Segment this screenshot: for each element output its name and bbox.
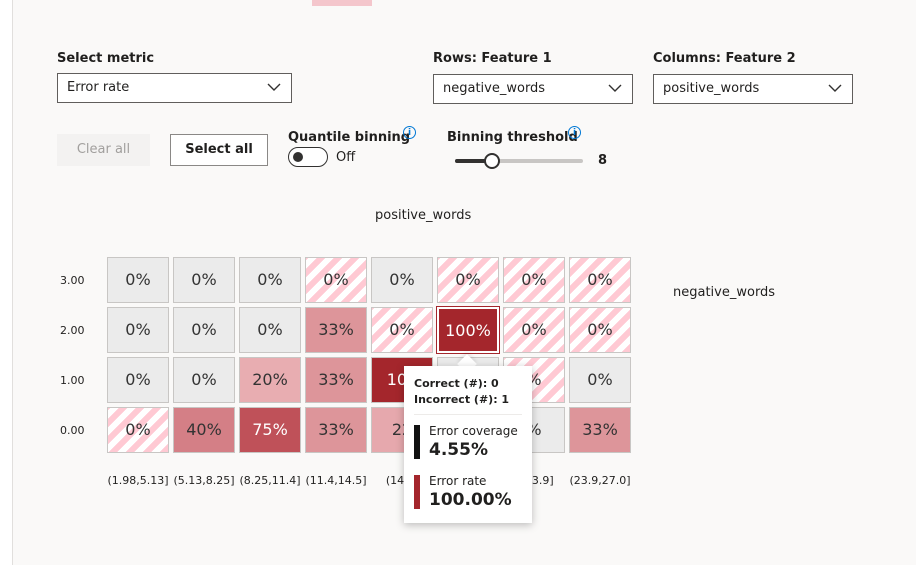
error-rate-value: 100.00% [429, 490, 512, 510]
heatmap-cell[interactable]: 0% [107, 257, 169, 303]
heatmap-cell[interactable]: 100% [436, 306, 500, 354]
row-tick-label: 0.00 [60, 424, 85, 437]
select-all-button[interactable]: Select all [170, 134, 268, 166]
columns-feature-dropdown[interactable]: positive_words [653, 74, 853, 104]
rows-feature-value: negative_words [443, 81, 546, 96]
cell-tooltip: Correct (#): 0 Incorrect (#): 1 Error co… [404, 366, 532, 523]
heatmap-cell[interactable]: 0% [173, 257, 235, 303]
column-tick-label: (23.9,27.0] [569, 474, 631, 487]
column-tick-label: (8.25,11.4] [239, 474, 301, 487]
column-tick-label: (11.4,14.5] [305, 474, 367, 487]
heatmap-cell[interactable]: 0% [173, 307, 235, 353]
heatmap-cell[interactable]: 0% [305, 257, 367, 303]
slider-thumb[interactable] [484, 153, 501, 169]
heatmap-cell[interactable]: 0% [371, 307, 433, 353]
error-rate-swatch [414, 475, 420, 509]
row-tick-label: 3.00 [60, 274, 85, 287]
heatmap-cell[interactable]: 0% [239, 257, 301, 303]
select-metric-value: Error rate [67, 80, 130, 95]
error-coverage-swatch [414, 425, 420, 459]
heatmap-cell[interactable]: 0% [107, 357, 169, 403]
heatmap-cell[interactable]: 33% [305, 407, 367, 453]
rows-feature-label: Rows: Feature 1 [433, 51, 552, 66]
error-coverage-value: 4.55% [429, 440, 488, 460]
heatmap-cell[interactable]: 20% [239, 357, 301, 403]
heatmap-cell[interactable]: 0% [107, 407, 169, 453]
heatmap-cell[interactable]: 0% [107, 307, 169, 353]
quantile-binning-state: Off [336, 150, 356, 165]
columns-feature-value: positive_words [663, 81, 760, 96]
chevron-down-icon [828, 84, 842, 92]
heatmap-cell[interactable]: 0% [569, 257, 631, 303]
tooltip-correct: Correct (#): 0 [414, 377, 499, 390]
chevron-down-icon [608, 84, 622, 92]
heatmap-cell[interactable]: 33% [569, 407, 631, 453]
heatmap-cell[interactable]: 33% [305, 307, 367, 353]
column-tick-label: (1.98,5.13] [107, 474, 169, 487]
binning-threshold-label: Binning threshold [447, 130, 578, 145]
select-metric-label: Select metric [57, 51, 155, 66]
chevron-down-icon [267, 83, 281, 91]
row-tick-label: 2.00 [60, 324, 85, 337]
row-tick-label: 1.00 [60, 374, 85, 387]
heatmap-cell[interactable]: 0% [569, 307, 631, 353]
tooltip-metric-error-coverage: Error coverage 4.55% [414, 423, 522, 461]
heatmap-cell[interactable]: 0% [239, 307, 301, 353]
row-feature-title: negative_words [673, 285, 776, 300]
binning-threshold-value: 8 [598, 153, 608, 168]
select-metric-dropdown[interactable]: Error rate [57, 73, 292, 103]
active-tab-indicator[interactable] [312, 0, 372, 6]
quantile-binning-info-icon[interactable]: i [403, 126, 416, 139]
heatmap-cell[interactable]: 75% [239, 407, 301, 453]
columns-feature-label: Columns: Feature 2 [653, 51, 796, 66]
column-feature-title: positive_words [375, 208, 472, 223]
clear-all-button[interactable]: Clear all [57, 134, 150, 166]
binning-threshold-slider[interactable] [455, 150, 583, 170]
tooltip-divider [414, 414, 522, 415]
binning-threshold-info-icon[interactable]: i [568, 126, 581, 139]
heatmap-cell[interactable]: 0% [437, 257, 499, 303]
heatmap-cell[interactable]: 0% [173, 357, 235, 403]
quantile-binning-toggle[interactable] [288, 147, 328, 167]
column-tick-label: (5.13,8.25] [173, 474, 235, 487]
quantile-binning-label: Quantile binning [288, 130, 411, 145]
error-coverage-label: Error coverage [429, 424, 518, 438]
heatmap-cell[interactable]: 0% [569, 357, 631, 403]
toggle-knob [293, 152, 303, 162]
tooltip-metric-error-rate: Error rate 100.00% [414, 473, 522, 511]
heatmap-cell[interactable]: 33% [305, 357, 367, 403]
heatmap-cell[interactable]: 40% [173, 407, 235, 453]
heatmap-cell[interactable]: 0% [371, 257, 433, 303]
rows-feature-dropdown[interactable]: negative_words [433, 74, 633, 104]
heatmap-cell[interactable]: 0% [503, 257, 565, 303]
tooltip-incorrect: Incorrect (#): 1 [414, 393, 510, 406]
heatmap-cell[interactable]: 0% [503, 307, 565, 353]
error-rate-label: Error rate [429, 474, 487, 488]
